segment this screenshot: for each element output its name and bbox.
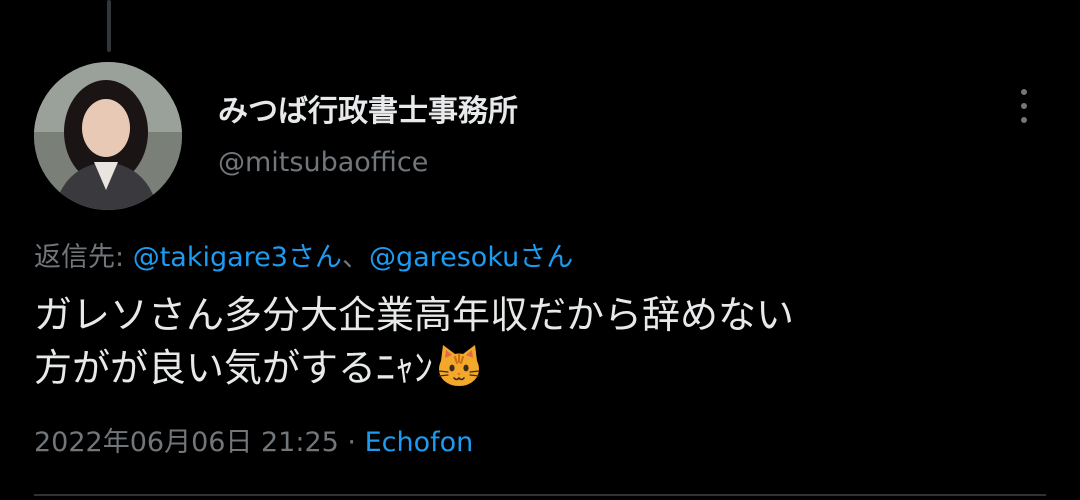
divider — [34, 494, 1046, 496]
author-handle[interactable]: @mitsubaoffice — [218, 145, 518, 181]
thread-connector-line — [107, 0, 111, 52]
reply-mention-link[interactable]: @garesokuさん — [369, 242, 573, 273]
more-vertical-icon-dot — [1021, 103, 1027, 109]
tweet-text: ガレソさん多分大企業高年収だから辞めない 方がが良い気がするﾆｬﾝ — [34, 289, 1044, 402]
tweet-source-link[interactable]: Echofon — [365, 427, 474, 458]
tweet-metadata: 2022年06月06日 21:25 · Echofon — [34, 425, 473, 461]
cat-face-emoji-icon — [435, 341, 483, 402]
tweet-body: ガレソさん多分大企業高年収だから辞めない 方がが良い気がするﾆｬﾝ — [34, 293, 795, 390]
reply-to-line: 返信先: @takigare3さん、@garesokuさん — [34, 240, 573, 276]
author-display-name[interactable]: みつば行政書士事務所 — [218, 92, 518, 132]
meta-separator: · — [338, 427, 365, 458]
reply-to-separator: 、 — [341, 242, 369, 273]
avatar-image — [34, 62, 182, 210]
tweet-author: みつば行政書士事務所 @mitsubaoffice — [218, 92, 518, 181]
tweet-timestamp[interactable]: 2022年06月06日 21:25 — [34, 427, 339, 458]
more-vertical-icon-dot — [1021, 117, 1027, 123]
reply-to-label: 返信先: — [34, 242, 133, 273]
more-vertical-icon-dot — [1021, 89, 1027, 95]
reply-mention-link[interactable]: @takigare3さん — [133, 242, 342, 273]
more-options-button[interactable] — [1006, 84, 1042, 128]
avatar[interactable] — [34, 62, 182, 210]
